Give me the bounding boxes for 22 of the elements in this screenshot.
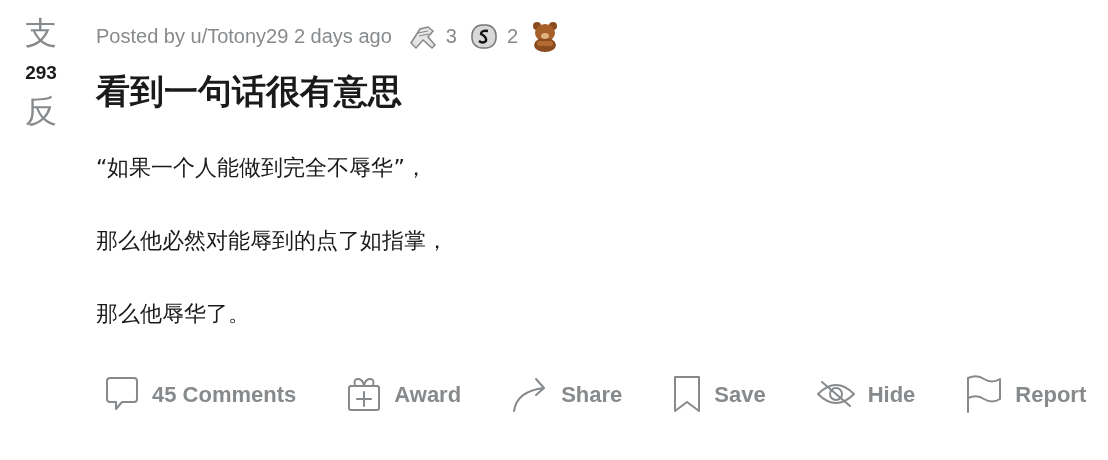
award-count: 2 xyxy=(506,24,518,49)
vote-score: 293 xyxy=(25,61,57,86)
downvote-button[interactable]: 反 xyxy=(25,93,57,129)
award-count: 3 xyxy=(445,24,457,49)
comments-button[interactable]: 45 Comments xyxy=(98,370,303,418)
body-text: 那么他辱华了。 xyxy=(96,300,251,328)
eye-slash-icon xyxy=(815,379,856,409)
bookmark-icon xyxy=(672,374,703,414)
award-button[interactable]: Award xyxy=(340,370,468,418)
report-button[interactable]: Report xyxy=(959,370,1093,418)
gift-icon xyxy=(346,375,383,413)
post-title: 看到一句话很有意思 xyxy=(96,70,403,113)
hide-button[interactable]: Hide xyxy=(809,370,922,418)
upvote-button[interactable]: 支 xyxy=(25,16,57,52)
share-button[interactable]: Share xyxy=(505,370,629,418)
comment-icon xyxy=(104,375,140,413)
body-text: “如果一个人能做到完全不辱华”， xyxy=(96,154,428,182)
post-meta: Posted by u/Totony29 2 days ago xyxy=(96,24,392,49)
flag-icon xyxy=(965,374,1004,414)
body-text: 那么他必然对能辱到的点了如指掌， xyxy=(96,227,449,255)
bear-icon xyxy=(530,20,560,52)
save-button[interactable]: Save xyxy=(666,370,772,418)
